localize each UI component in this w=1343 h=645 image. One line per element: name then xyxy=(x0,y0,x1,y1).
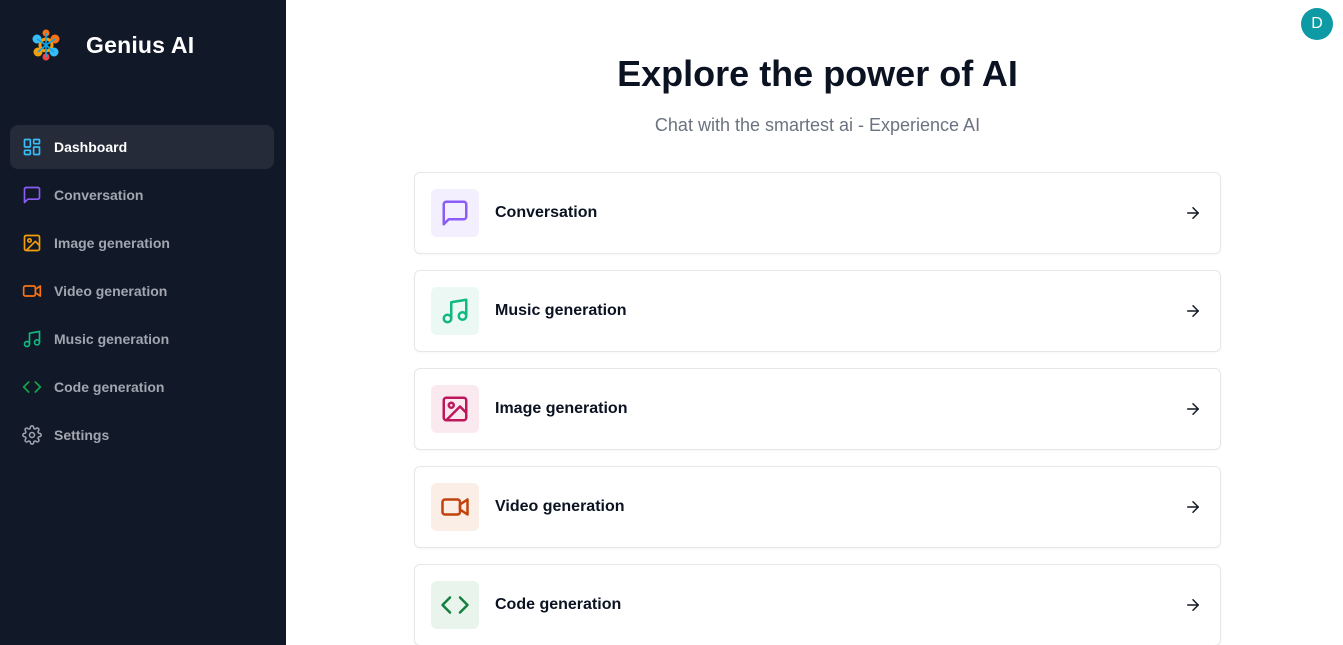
sidebar-item-label: Dashboard xyxy=(54,139,128,155)
sidebar-item-music-generation[interactable]: Music generation xyxy=(10,317,274,361)
image-icon xyxy=(431,385,479,433)
user-avatar[interactable]: D xyxy=(1301,8,1333,40)
image-icon xyxy=(22,233,42,253)
arrow-right-icon xyxy=(1184,302,1202,320)
tool-card-conversation[interactable]: Conversation xyxy=(414,172,1221,254)
app-name: Genius AI xyxy=(86,31,195,58)
tool-cards: Conversation Music generation Image gene… xyxy=(414,172,1221,645)
tool-card-image-generation[interactable]: Image generation xyxy=(414,368,1221,450)
sidebar-item-label: Settings xyxy=(54,427,110,443)
sidebar-item-label: Code generation xyxy=(54,379,165,395)
music-icon xyxy=(22,329,42,349)
sidebar-item-label: Video generation xyxy=(54,283,168,299)
page-title: Explore the power of AI xyxy=(617,53,1018,94)
sidebar-item-conversation[interactable]: Conversation xyxy=(10,173,274,217)
sidebar: Genius AI Dashboard Conversation Image g… xyxy=(0,0,286,645)
tool-card-label: Music generation xyxy=(495,302,627,319)
dashboard-icon xyxy=(22,137,42,157)
page-subtitle: Chat with the smartest ai - Experience A… xyxy=(654,115,981,135)
tool-card-video-generation[interactable]: Video generation xyxy=(414,466,1221,548)
sidebar-item-label: Music generation xyxy=(54,331,170,347)
sidebar-item-dashboard[interactable]: Dashboard xyxy=(10,125,274,169)
tool-card-code-generation[interactable]: Code generation xyxy=(414,564,1221,645)
video-icon xyxy=(431,483,479,531)
arrow-right-icon xyxy=(1184,400,1202,418)
message-icon xyxy=(431,189,479,237)
sidebar-item-settings[interactable]: Settings xyxy=(10,413,274,457)
arrow-right-icon xyxy=(1184,498,1202,516)
tool-card-music-generation[interactable]: Music generation xyxy=(414,270,1221,352)
sidebar-nav: Dashboard Conversation Image generation … xyxy=(10,125,274,461)
arrow-right-icon xyxy=(1184,596,1202,614)
brand[interactable]: Genius AI xyxy=(28,26,194,64)
video-icon xyxy=(22,281,42,301)
sidebar-item-video-generation[interactable]: Video generation xyxy=(10,269,274,313)
tool-card-label: Conversation xyxy=(495,204,598,221)
brain-logo-icon xyxy=(32,29,60,61)
sidebar-item-code-generation[interactable]: Code generation xyxy=(10,365,274,409)
sidebar-item-image-generation[interactable]: Image generation xyxy=(10,221,274,265)
gear-icon xyxy=(22,425,42,445)
tool-card-label: Image generation xyxy=(495,400,628,417)
code-icon xyxy=(431,581,479,629)
sidebar-item-label: Conversation xyxy=(54,187,144,203)
sidebar-item-label: Image generation xyxy=(54,235,170,251)
arrow-right-icon xyxy=(1184,204,1202,222)
code-icon xyxy=(22,377,42,397)
tool-card-label: Video generation xyxy=(495,498,625,515)
music-icon xyxy=(431,287,479,335)
tool-card-label: Code generation xyxy=(495,596,622,613)
message-icon xyxy=(22,185,42,205)
